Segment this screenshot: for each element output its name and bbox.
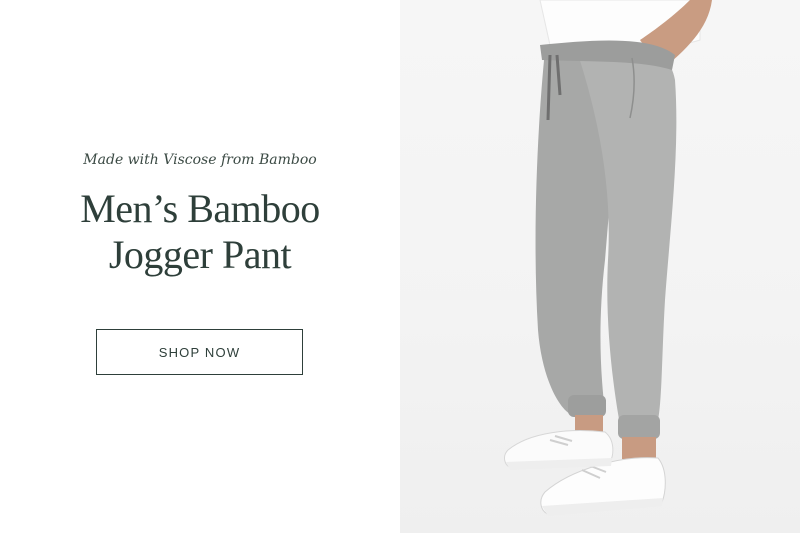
cuff-left: [568, 395, 606, 417]
headline-line-2: Jogger Pant: [108, 232, 292, 277]
promo-banner: Made with Viscose from Bamboo Men’s Bamb…: [0, 0, 800, 533]
promo-text-panel: Made with Viscose from Bamboo Men’s Bamb…: [0, 0, 400, 533]
product-image[interactable]: [400, 0, 800, 533]
cuff-right: [618, 415, 660, 439]
jogger-pant-photo: [504, 0, 712, 516]
product-headline: Men’s Bamboo Jogger Pant: [0, 186, 400, 278]
ankle-right: [622, 437, 656, 459]
headline-line-1: Men’s Bamboo: [80, 186, 320, 231]
eyebrow-text: Made with Viscose from Bamboo: [83, 152, 317, 168]
shop-now-button[interactable]: SHOP NOW: [96, 329, 303, 375]
